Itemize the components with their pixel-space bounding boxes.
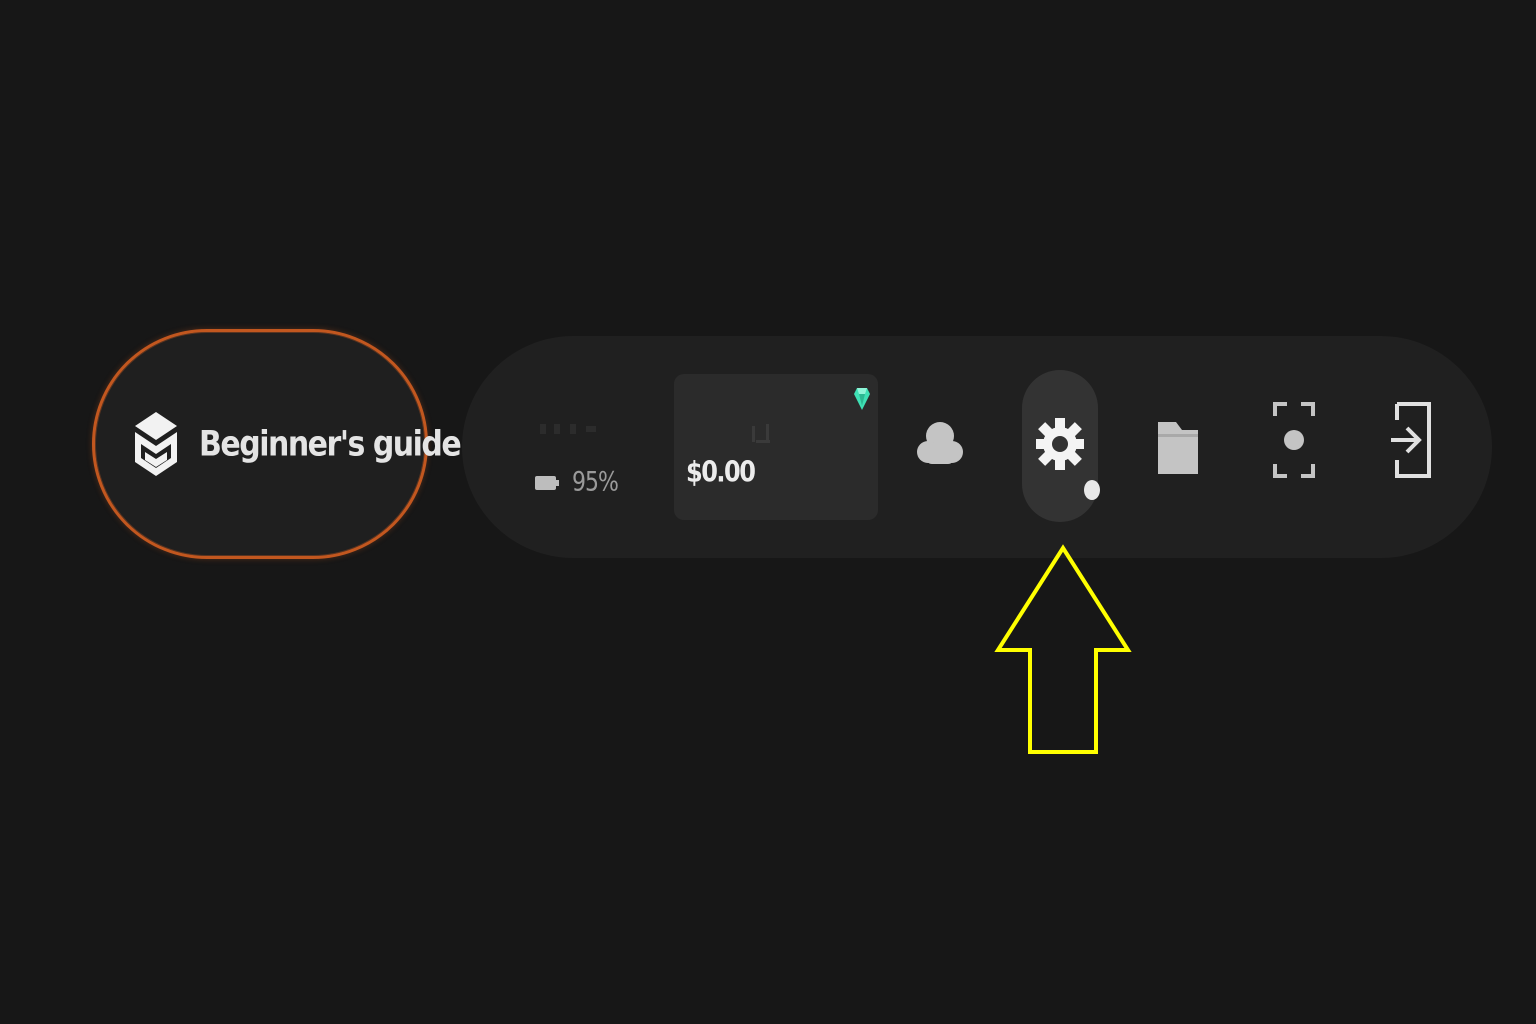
beginners-guide-label: Beginner's guide	[199, 423, 462, 465]
settings-button[interactable]	[1022, 370, 1098, 522]
scan-focus-icon	[1271, 400, 1317, 484]
graduation-cap-icon	[133, 408, 179, 480]
sign-in-button[interactable]	[1380, 402, 1440, 478]
battery-percentage: 95%	[572, 467, 619, 498]
beginners-guide-button[interactable]: Beginner's guide	[92, 329, 462, 559]
gear-icon	[1034, 412, 1086, 480]
cloud-button[interactable]	[910, 412, 970, 484]
main-toolbar: 95% $0.00	[462, 336, 1492, 558]
wallet-balance: $0.00	[686, 455, 756, 489]
annotation-up-arrow-icon	[994, 544, 1132, 754]
app-screen: Beginner's guide 95% $0.00	[0, 0, 1536, 1024]
battery-status: 95%	[534, 396, 644, 506]
faded-wallet-icon	[752, 424, 770, 443]
faded-signal-icon	[540, 424, 596, 434]
login-icon	[1387, 400, 1433, 484]
files-button[interactable]	[1148, 412, 1208, 484]
battery-row: 95%	[534, 467, 619, 498]
wallet-card[interactable]: $0.00	[674, 374, 878, 520]
settings-notification-dot	[1084, 480, 1100, 500]
battery-icon	[534, 472, 560, 494]
gem-icon	[854, 386, 870, 412]
cloud-icon	[916, 414, 964, 482]
folder-icon	[1156, 414, 1200, 482]
screen-capture-button[interactable]	[1264, 402, 1324, 478]
